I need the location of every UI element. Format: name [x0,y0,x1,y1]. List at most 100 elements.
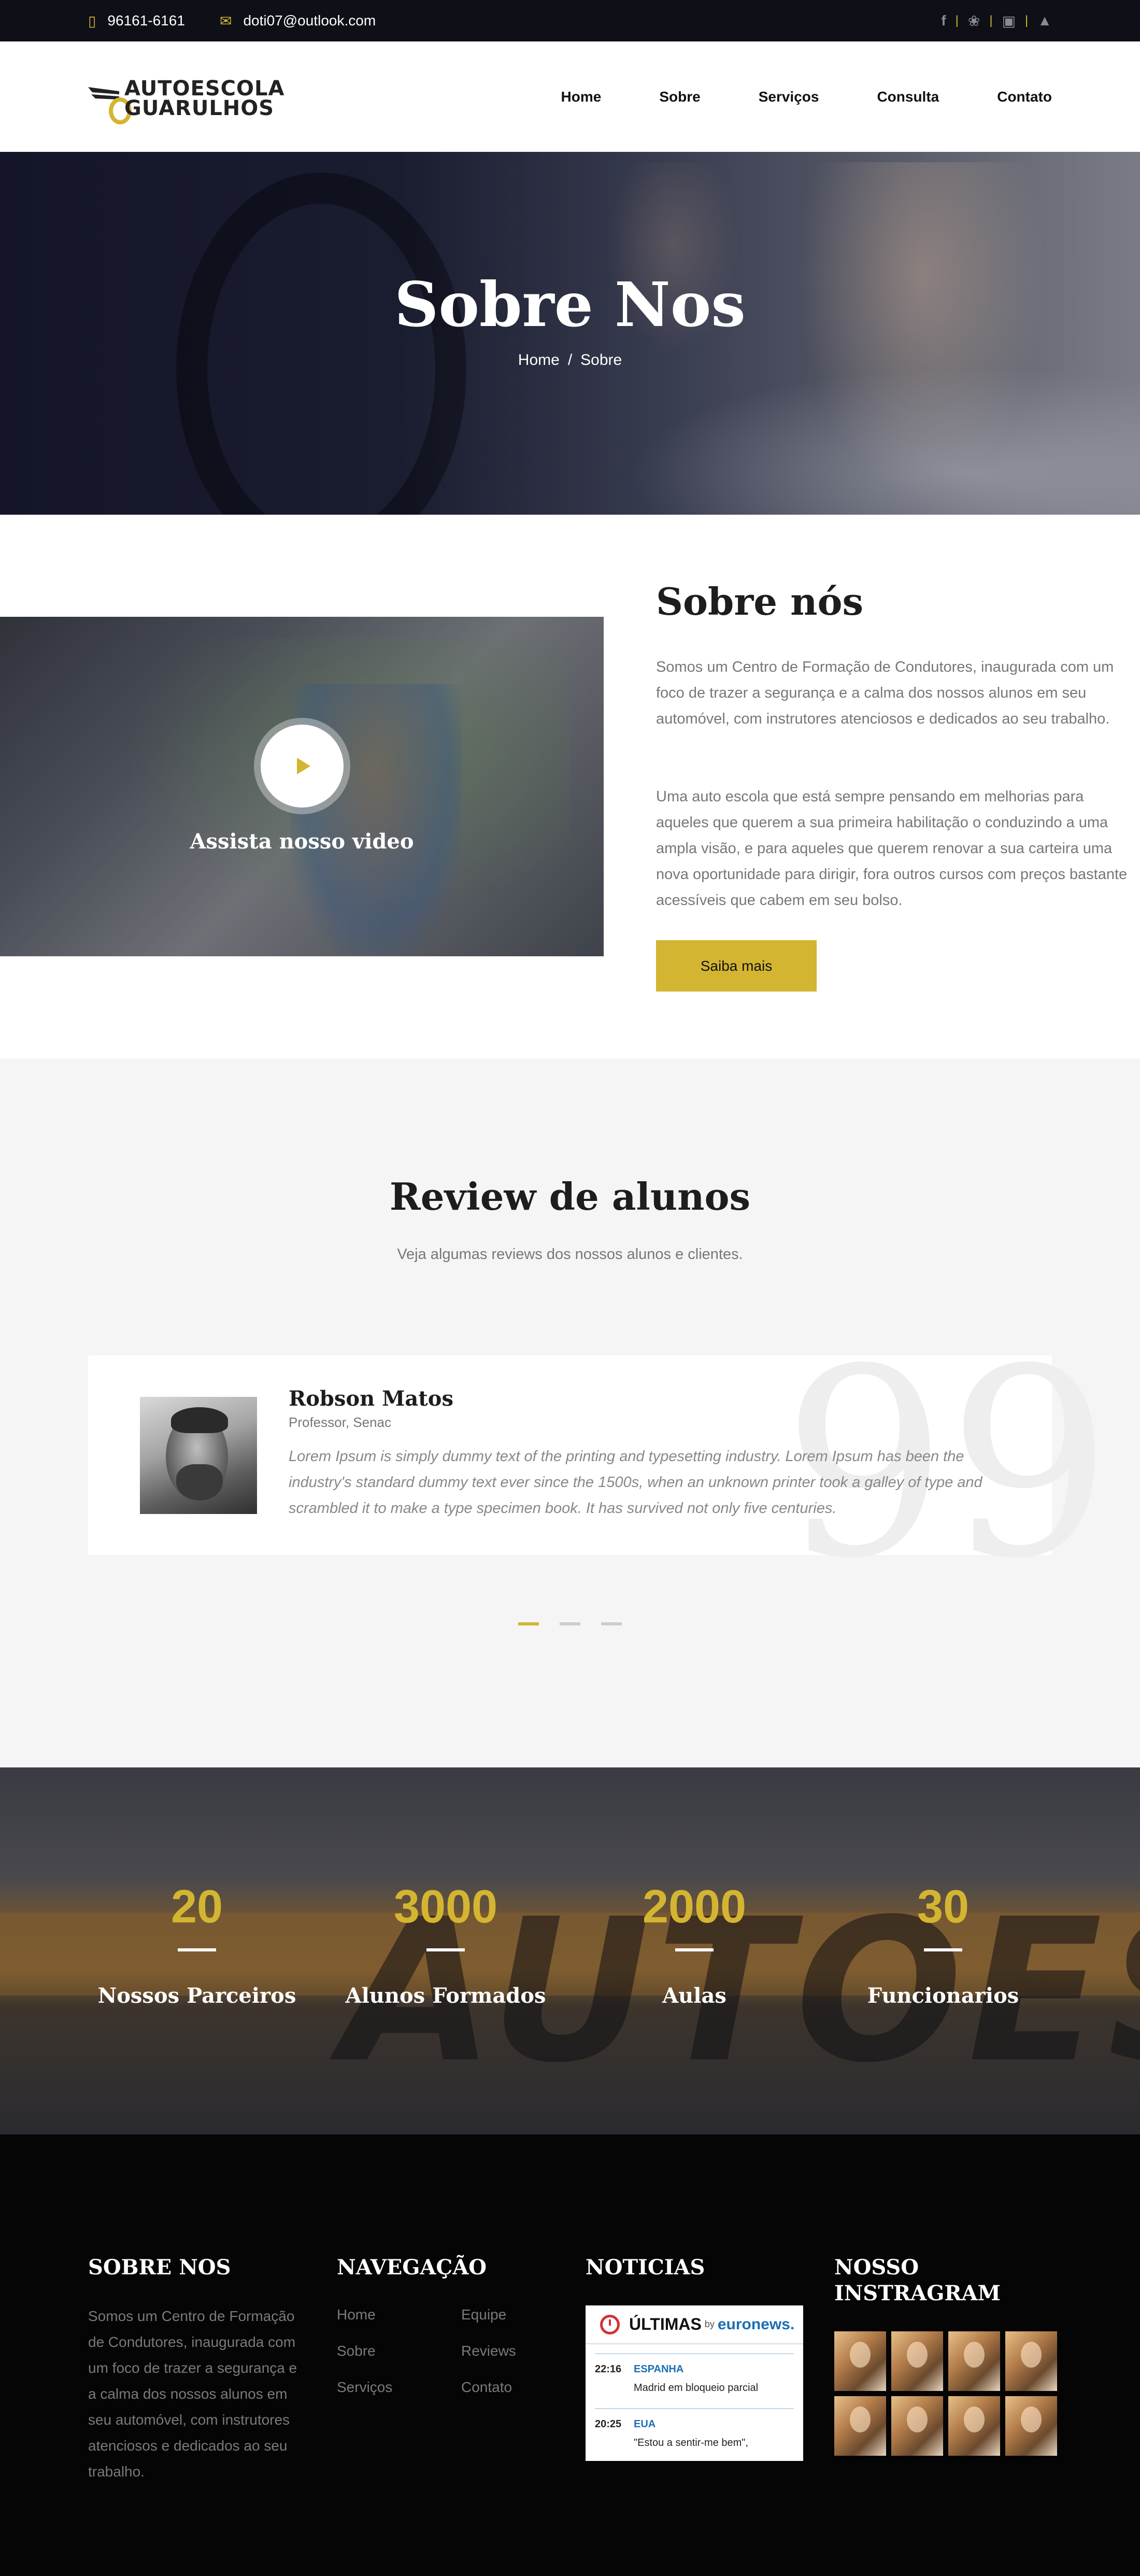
stat-divider [426,1948,465,1951]
instagram-icon[interactable]: ▣ [1002,12,1016,30]
site-header: AUTOESCOLA GUARULHOS Home Sobre Serviços… [0,41,1140,152]
avatar-hair [171,1407,228,1433]
nav-home[interactable]: Home [561,89,602,105]
clock-icon [600,2314,620,2334]
logo-line2: GUARULHOS [124,96,275,120]
review-text: Lorem Ipsum is simply dummy text of the … [289,1448,982,1517]
footer-about-title: SOBRE NOS [88,2255,231,2280]
main-nav: Home Sobre Serviços Consulta Contato [503,41,1052,152]
footer-link-contato[interactable]: Contato [461,2379,512,2396]
email-contact[interactable]: ✉ doti07@outlook.com [220,0,376,41]
facebook-icon[interactable]: f [941,12,946,29]
video-label: Assista nosso video [190,829,414,854]
breadcrumb-current: Sobre [580,351,622,369]
footer-link-servicos[interactable]: Serviços [337,2379,392,2396]
nav-sobre[interactable]: Sobre [659,89,700,105]
reviews-title: Review de alunos [389,1174,751,1219]
stat-label: Alunos Formados [345,1984,546,2008]
instagram-thumb[interactable] [948,2331,1000,2391]
news-divider [595,2353,794,2354]
saiba-mais-button[interactable]: Saiba mais [656,940,817,992]
news-divider [595,2408,794,2409]
nav-consulta[interactable]: Consulta [877,89,939,105]
avatar-beard [176,1464,223,1501]
instagram-thumb[interactable] [891,2331,943,2391]
phone-contact[interactable]: ▯ 96161-6161 [88,0,185,41]
carousel-dot-1[interactable] [518,1622,539,1625]
stat-value: 3000 [393,1881,498,1933]
nav-contato[interactable]: Contato [997,89,1052,105]
avatar [140,1397,257,1514]
instagram-grid [834,2331,1062,2456]
footer-link-home[interactable]: Home [337,2306,376,2323]
instagram-thumb[interactable] [891,2396,943,2456]
email-address[interactable]: doti07@outlook.com [243,12,376,29]
site-logo[interactable]: AUTOESCOLA GUARULHOS [88,72,285,124]
stat-lessons: 2000 Aulas [570,1880,819,2008]
about-paragraph-2: Uma auto escola que está sempre pensando… [656,788,1128,909]
video-thumbnail[interactable]: Assista nosso video [0,617,604,956]
stat-label: Nossos Parceiros [97,1984,296,2008]
news-widget-header: ÚLTIMAS by euronews. [586,2305,803,2344]
stat-label: Funcionarios [867,1984,1019,2008]
separator: | [955,13,959,27]
carousel-dot-3[interactable] [601,1622,622,1625]
footer-link-reviews[interactable]: Reviews [461,2343,516,2359]
stat-value: 30 [917,1881,970,1933]
carousel-dot-2[interactable] [560,1622,580,1625]
review-card: 99 Robson Matos Professor, Senac Lorem I… [88,1335,1112,1594]
stat-divider [675,1948,714,1951]
mail-icon: ✉ [220,12,232,29]
site-footer: SOBRE NOS Somos um Centro de Formação de… [0,2134,1140,2576]
stat-divider [924,1948,962,1951]
android-icon[interactable]: ▲ [1037,12,1052,29]
instagram-thumb[interactable] [1005,2331,1057,2391]
nav-servicos[interactable]: Serviços [759,89,819,105]
footer-link-sobre[interactable]: Sobre [337,2343,376,2359]
news-headline: Madrid em bloqueio parcial [634,2382,759,2394]
about-paragraph-1: Somos um Centro de Formação de Condutore… [656,659,1114,727]
instagram-thumb[interactable] [834,2396,886,2456]
footer-link-equipe[interactable]: Equipe [461,2306,506,2323]
news-time: 20:25 [595,2418,622,2430]
euronews-logo: euronews. [717,2315,795,2333]
footer-news-title: NOTICIAS [586,2255,705,2280]
play-icon [297,758,310,774]
phone-number[interactable]: 96161-6161 [107,12,184,29]
stat-value: 20 [170,1881,223,1933]
breadcrumb-separator: / [567,351,573,369]
stat-value: 2000 [642,1881,747,1933]
carousel-dots [0,1622,1140,1625]
separator: | [1025,13,1029,27]
stat-divider [178,1948,216,1951]
play-button[interactable] [254,718,350,814]
news-widget[interactable]: ÚLTIMAS by euronews. 22:16 ESPANHA Madri… [586,2305,803,2461]
instagram-thumb[interactable] [1005,2396,1057,2456]
instagram-thumb[interactable] [834,2331,886,2391]
hero-shirt-highlight [570,349,1140,515]
breadcrumb: Home / Sobre [0,351,1140,369]
footer-insta-title: NOSSO INSTRAGRAM [834,2255,1001,2305]
footer-about-text: Somos um Centro de Formação de Condutore… [88,2308,297,2480]
hero-banner: Sobre Nos Home / Sobre [0,152,1140,515]
about-title: Sobre nós [656,579,864,624]
twitter-icon[interactable]: ❀ [968,12,980,30]
hero-steering-wheel [176,173,466,515]
stat-staff: 30 Funcionarios [819,1880,1067,2008]
stat-label: Aulas [662,1984,726,2008]
top-bar: ▯ 96161-6161 ✉ doti07@outlook.com f | ❀ … [0,0,1140,41]
play-button-inner [261,725,344,808]
phone-icon: ▯ [88,12,96,29]
stat-graduates: 3000 Alunos Formados [321,1880,570,2008]
reviewer-name: Robson Matos [289,1386,453,1411]
news-category: EUA [634,2418,656,2430]
stats-section: AUTOESC 20 Nossos Parceiros 3000 Alunos … [0,1767,1140,2134]
instagram-thumb[interactable] [948,2396,1000,2456]
stat-partners: 20 Nossos Parceiros [73,1880,321,2008]
news-widget-by: by [704,2319,715,2329]
news-category: ESPANHA [634,2363,684,2375]
reviewer-role: Professor, Senac [289,1414,391,1430]
page-title: Sobre Nos [394,268,746,341]
news-widget-heading: ÚLTIMAS [629,2315,702,2333]
breadcrumb-home[interactable]: Home [518,351,560,369]
